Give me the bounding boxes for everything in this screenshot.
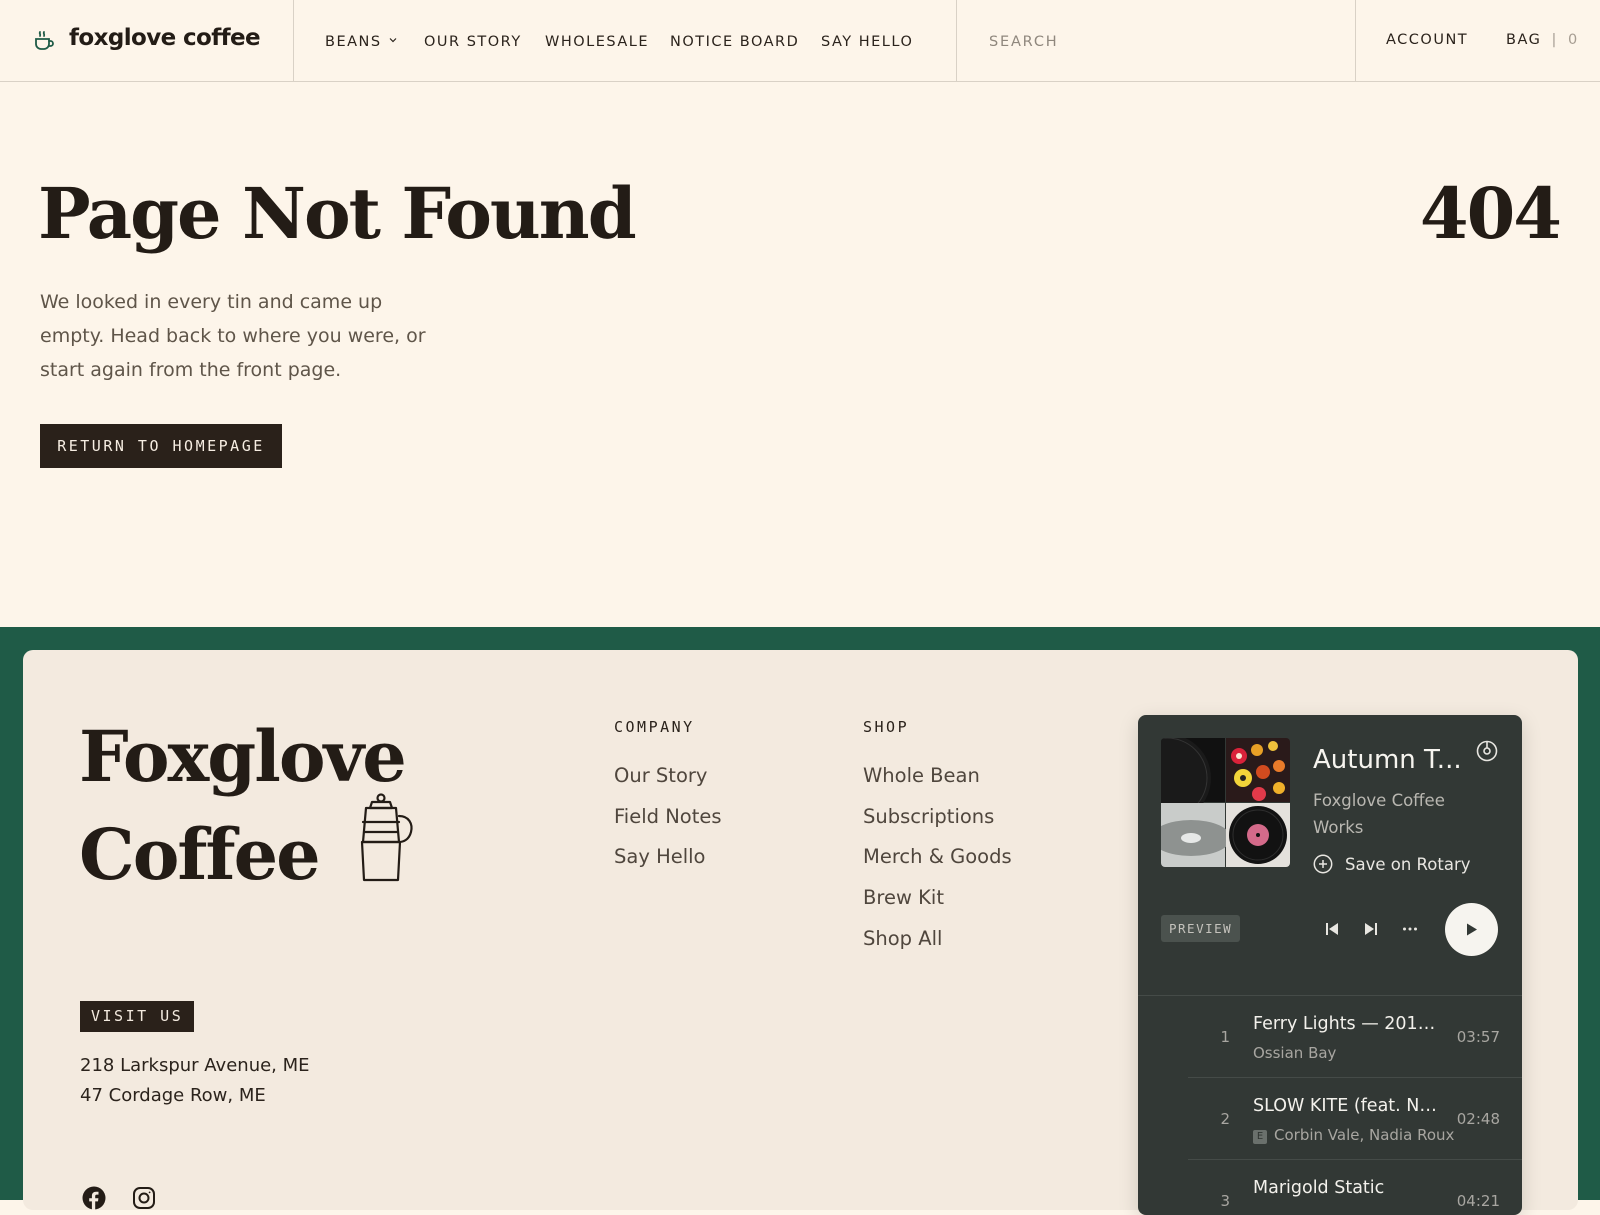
track-row[interactable]: 1 Ferry Lights — 2019 R... Ossian Bay 03… <box>1138 996 1522 1078</box>
address-line: 218 Larkspur Avenue, ME <box>80 1055 310 1076</box>
chevron-down-icon <box>389 38 397 43</box>
nav-item-wholesale[interactable]: WHOLESALE <box>545 34 649 50</box>
bag-separator: | <box>1551 32 1558 48</box>
next-track-icon[interactable] <box>1362 920 1380 938</box>
add-circle-icon <box>1313 854 1333 874</box>
track-number: 3 <box>1220 1192 1230 1210</box>
brand-name: foxglove coffee <box>69 25 261 51</box>
album-art <box>1161 738 1290 867</box>
track-row[interactable]: 2 SLOW KITE (feat. Nadi... E Corbin Vale,… <box>1138 1078 1522 1160</box>
save-label: Save on Rotary <box>1345 855 1471 874</box>
track-row[interactable]: 3 Marigold Static 04:21 <box>1138 1160 1522 1215</box>
return-home-button[interactable]: RETURN TO HOMEPAGE <box>40 424 282 468</box>
nav-item-say-hello[interactable]: SAY HELLO <box>821 34 913 50</box>
footer-brand: Foxglove Coffee <box>79 708 519 904</box>
footer-link-our-story[interactable]: Our Story <box>614 764 707 787</box>
error-description: We looked in every tin and came up empty… <box>40 291 426 381</box>
previous-track-icon[interactable] <box>1323 920 1341 938</box>
track-artist: Ossian Bay <box>1253 1044 1337 1062</box>
footer-link-subscriptions[interactable]: Subscriptions <box>863 805 994 828</box>
site-footer: Foxglove Coffee COMPANY Our Story Field … <box>23 650 1578 1215</box>
explicit-badge: E <box>1253 1130 1267 1144</box>
nav-item-beans[interactable]: BEANS <box>325 34 398 50</box>
track-duration: 03:57 <box>1456 1028 1500 1046</box>
nav-item-label: BEANS <box>325 34 382 50</box>
playlist-artist[interactable]: Foxglove Coffee Works <box>1313 787 1488 841</box>
footer-link-shop-all[interactable]: Shop All <box>863 927 942 950</box>
track-artist: Corbin Vale, Nadia Roux <box>1274 1126 1455 1144</box>
music-player: Autumn T... Foxglove Coffee Works Save o… <box>1138 715 1522 1215</box>
search-bar <box>957 0 1356 82</box>
playlist-title: Autumn T... <box>1313 745 1462 775</box>
company-heading: COMPANY <box>614 718 695 736</box>
error-code: 404 <box>1419 172 1562 255</box>
page-title: Page Not Found <box>38 172 637 255</box>
visit-us-badge: VISIT US <box>80 1001 195 1032</box>
preview-badge: PREVIEW <box>1161 915 1241 942</box>
track-name: Ferry Lights — 2019 R... <box>1253 1014 1443 1034</box>
site-header: foxglove coffee BEANS OUR STORY WHOLESAL… <box>0 0 1600 82</box>
footer-link-whole-bean[interactable]: Whole Bean <box>863 764 980 787</box>
bag-label: BAG <box>1506 32 1542 48</box>
main-nav: BEANS OUR STORY WHOLESALE NOTICE BOARD S… <box>294 0 957 82</box>
footer-link-brew-kit[interactable]: Brew Kit <box>863 886 944 909</box>
facebook-icon[interactable] <box>82 1186 106 1210</box>
service-logo-icon[interactable] <box>1475 739 1499 763</box>
brand-logo[interactable]: foxglove coffee <box>0 0 294 82</box>
more-options-icon[interactable] <box>1401 920 1419 938</box>
footer-link-say-hello[interactable]: Say Hello <box>614 845 706 868</box>
save-button[interactable]: Save on Rotary <box>1313 854 1471 874</box>
address-line: 47 Cordage Row, ME <box>80 1085 266 1106</box>
track-duration: 02:48 <box>1456 1110 1500 1128</box>
footer-link-merch-goods[interactable]: Merch & Goods <box>863 845 1012 868</box>
search-input[interactable] <box>987 28 1331 56</box>
track-duration: 04:21 <box>1456 1192 1500 1210</box>
track-number: 2 <box>1220 1110 1230 1128</box>
album-art-collage <box>1161 738 1290 867</box>
account-link[interactable]: ACCOUNT <box>1386 32 1468 48</box>
coffee-kettle-icon <box>360 793 413 882</box>
play-icon <box>1467 923 1477 936</box>
bag-count: 0 <box>1567 32 1579 48</box>
footer-brand-line1: Foxglove <box>79 715 407 798</box>
track-name: Marigold Static <box>1253 1178 1385 1198</box>
nav-item-notice-board[interactable]: NOTICE BOARD <box>670 34 799 50</box>
play-button[interactable] <box>1445 903 1498 956</box>
track-artist-line: E Corbin Vale, Nadia Roux <box>1253 1126 1454 1144</box>
shop-heading: SHOP <box>863 718 910 736</box>
coffee-cup-icon <box>35 31 54 50</box>
nav-item-our-story[interactable]: OUR STORY <box>424 34 522 50</box>
footer-link-field-notes[interactable]: Field Notes <box>614 805 722 828</box>
footer-brand-line2: Coffee <box>79 813 321 896</box>
track-name: SLOW KITE (feat. Nadi... <box>1253 1096 1443 1116</box>
track-number: 1 <box>1220 1028 1230 1046</box>
bag-link[interactable]: BAG | 0 <box>1506 32 1579 48</box>
instagram-icon[interactable] <box>132 1186 156 1210</box>
